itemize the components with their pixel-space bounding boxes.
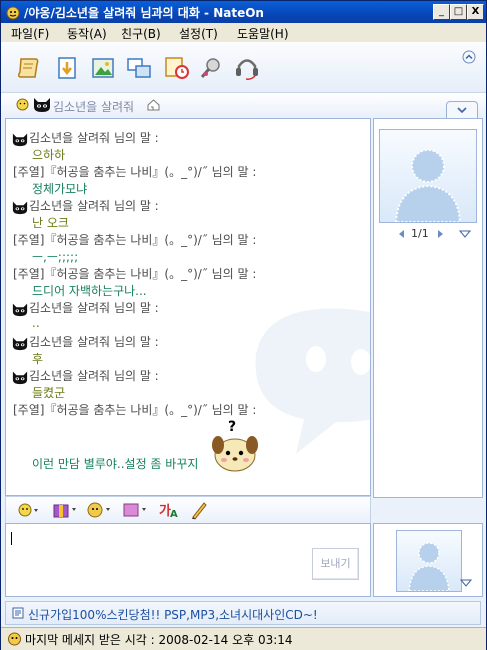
status-text: 마지막 메세지 받은 시각 : 2008-02-14 오후 03:14 bbox=[25, 633, 293, 647]
message-speaker: 김소년을 살려줘 님의 말 : bbox=[11, 299, 159, 317]
svg-text:A: A bbox=[170, 509, 178, 520]
message-text: .. bbox=[32, 316, 40, 330]
flash-icon[interactable] bbox=[122, 501, 148, 519]
character-icon[interactable] bbox=[86, 501, 112, 519]
status-bar: 마지막 메세지 받은 시각 : 2008-02-14 오후 03:14 bbox=[1, 627, 486, 650]
chevron-down-icon bbox=[457, 107, 467, 114]
chat-window: /야옹/김소년을 살려줘 님과의 대화 - NateOn _ □ X 파일(F)… bbox=[0, 0, 487, 650]
app-icon bbox=[6, 6, 20, 20]
message-speaker: 김소년을 살려줘 님의 말 : bbox=[11, 333, 159, 351]
file-send-icon[interactable] bbox=[15, 54, 43, 82]
maximize-button[interactable]: □ bbox=[450, 4, 467, 20]
prev-icon[interactable] bbox=[397, 229, 407, 239]
message-text: 난 오크 bbox=[32, 216, 69, 230]
up-chevron-icon[interactable] bbox=[462, 50, 476, 64]
cat-icon bbox=[12, 303, 28, 316]
home-icon[interactable] bbox=[146, 98, 161, 112]
menu-help[interactable]: 도움말(H) bbox=[237, 25, 289, 42]
message-text: ㅡ,ㅡ;;;;; bbox=[32, 250, 79, 264]
voice-chat-icon[interactable] bbox=[197, 54, 225, 82]
next-icon[interactable] bbox=[435, 229, 445, 239]
close-button[interactable]: X bbox=[467, 4, 484, 20]
avatar-pager: 1/1 bbox=[379, 225, 475, 243]
headset-icon[interactable] bbox=[233, 54, 261, 82]
cat-icon bbox=[34, 98, 50, 112]
participants-toggle[interactable] bbox=[446, 101, 478, 118]
message-text: 으하하 bbox=[32, 148, 66, 162]
text-caret bbox=[11, 532, 12, 545]
gift-icon[interactable] bbox=[52, 501, 78, 519]
dog-emoticon-icon: ? bbox=[212, 419, 258, 472]
message-speaker: 김소년을 살려줘 님의 말 : bbox=[11, 129, 159, 147]
message-speaker: [주열]『허공을 춤추는 나비』(。_°)/˝ 님의 말 : bbox=[13, 403, 257, 417]
cat-icon bbox=[12, 337, 28, 350]
menu-friends[interactable]: 친구(B) bbox=[121, 25, 161, 42]
download-icon[interactable] bbox=[53, 54, 81, 82]
window-title: /야옹/김소년을 살려줘 님과의 대화 - NateOn bbox=[24, 6, 264, 20]
message-speaker: 김소년을 살려줘 님의 말 : bbox=[11, 197, 159, 215]
avatar-silhouette-icon bbox=[394, 149, 462, 222]
screen-share-icon[interactable] bbox=[125, 54, 153, 82]
send-button[interactable]: 보내기 bbox=[312, 548, 359, 580]
message-text: 들켰군 bbox=[32, 386, 66, 400]
input-toolbar: 가 A bbox=[5, 496, 371, 524]
notice-icon bbox=[12, 607, 24, 619]
cat-icon bbox=[12, 371, 28, 384]
menu-file[interactable]: 파일(F) bbox=[11, 25, 49, 42]
toolbar bbox=[1, 42, 486, 93]
message-text: 후 bbox=[32, 352, 44, 366]
status-smiley-icon bbox=[16, 98, 29, 111]
message-text: 드디어 자백하는구나... bbox=[32, 284, 147, 298]
participant-name[interactable]: 김소년을 살려줘 bbox=[53, 98, 134, 115]
photo-icon[interactable] bbox=[89, 54, 117, 82]
status-app-icon bbox=[8, 632, 21, 646]
font-icon[interactable]: 가 A bbox=[158, 500, 180, 520]
alarm-icon[interactable] bbox=[163, 54, 191, 82]
my-avatar-menu-icon[interactable] bbox=[460, 578, 472, 588]
ad-banner[interactable]: 신규가입100%스킨당첨!! PSP,MP3,소녀시대사인CD~! bbox=[5, 601, 481, 625]
minimize-button[interactable]: _ bbox=[433, 4, 450, 20]
avatar-menu-icon[interactable] bbox=[459, 229, 471, 239]
pen-icon[interactable] bbox=[190, 500, 208, 520]
message-speaker: 김소년을 살려줘 님의 말 : bbox=[11, 367, 159, 385]
my-avatar-panel bbox=[373, 523, 483, 597]
message-speaker: [주열]『허공을 춤추는 나비』(。_°)/˝ 님의 말 : bbox=[13, 233, 257, 247]
cat-icon bbox=[12, 201, 28, 214]
svg-text:?: ? bbox=[228, 419, 236, 435]
partner-avatar[interactable] bbox=[379, 129, 477, 223]
title-bar[interactable]: /야옹/김소년을 살려줘 님과의 대화 - NateOn _ □ X bbox=[1, 1, 486, 23]
ad-text: 신규가입100%스킨당첨!! PSP,MP3,소녀시대사인CD~! bbox=[28, 608, 318, 622]
message-text: 정체가모냐 bbox=[32, 182, 88, 196]
menu-settings[interactable]: 설정(T) bbox=[179, 25, 218, 42]
message-speaker: [주열]『허공을 춤추는 나비』(。_°)/˝ 님의 말 : bbox=[13, 165, 257, 179]
chat-transcript[interactable]: 김소년을 살려줘 님의 말 : 으하하 [주열]『허공을 춤추는 나비』(。_°)/… bbox=[5, 118, 371, 496]
menu-action[interactable]: 동작(A) bbox=[67, 25, 107, 42]
my-avatar[interactable] bbox=[396, 530, 462, 592]
participants-bar: 김소년을 살려줘 bbox=[1, 93, 486, 118]
message-speaker: [주열]『허공을 춤추는 나비』(。_°)/˝ 님의 말 : bbox=[13, 267, 257, 281]
last-message: 이런 만담 별루야..설정 좀 바꾸지 bbox=[32, 457, 199, 471]
partner-panel: 1/1 bbox=[373, 118, 483, 498]
menu-bar: 파일(F) 동작(A) 친구(B) 설정(T) 도움말(H) bbox=[1, 23, 486, 42]
cat-icon bbox=[12, 133, 28, 146]
emoticon-icon[interactable] bbox=[18, 502, 40, 518]
avatar-page: 1/1 bbox=[411, 227, 429, 240]
message-input[interactable]: 보내기 bbox=[5, 523, 371, 597]
my-avatar-silhouette-icon bbox=[408, 542, 450, 591]
